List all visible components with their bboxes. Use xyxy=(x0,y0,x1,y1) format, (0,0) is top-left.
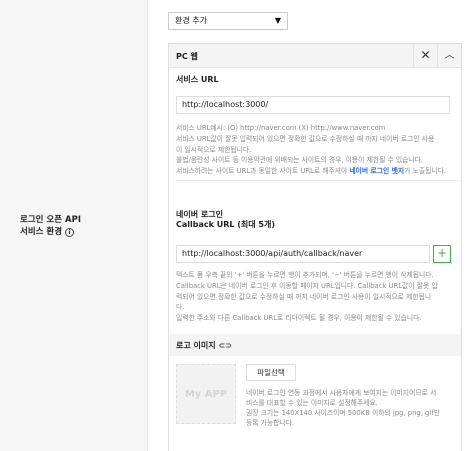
panel-title: PC 웹 xyxy=(176,52,198,61)
logo-title: 로고 이미지 ⊂⊃ xyxy=(176,340,232,351)
service-url-help: 서비스 URL예시: (O) http://naver.com (X) http… xyxy=(176,123,458,177)
help-line: 등록 가능합니다. xyxy=(246,419,295,427)
callback-url-label: 네이버 로그인 Callback URL (최대 5개) xyxy=(176,210,275,230)
logo-title-text: 로고 이미지 xyxy=(176,341,216,350)
help-line: 다. xyxy=(176,303,185,312)
logo-preview: My APP xyxy=(176,364,236,424)
help-line: 서비스 URL값이 잘못 입력되어 있으면 정확한 값으로 수정하실 때 까지 … xyxy=(176,134,435,143)
link-icon: ⊂⊃ xyxy=(218,341,232,350)
help-line: 서비스하려는 사이트 URL과 동일한 사이트 URL로 해주셔야 네이버 로그… xyxy=(176,166,458,177)
panel-header: PC 웹 ✕ ︿ xyxy=(169,44,461,68)
help-text: 서비스하려는 사이트 URL과 동일한 사이트 URL로 해주셔야 xyxy=(176,167,350,176)
help-line: 서비스 URL예시: (O) http://naver.com (X) http… xyxy=(176,124,386,132)
label-line-1: 로그인 오픈 API xyxy=(20,215,81,225)
close-icon[interactable]: ✕ xyxy=(413,44,437,67)
caret-down-icon: ▼ xyxy=(274,16,281,25)
help-line: 권장 크기는 140X140 사이즈이며 500KB 이하의 jpg, png,… xyxy=(246,409,440,417)
callback-label-line-1: 네이버 로그인 xyxy=(176,210,223,219)
environment-select[interactable]: 환경 추가 ▼ xyxy=(168,12,288,30)
divider xyxy=(176,180,458,181)
info-icon[interactable]: i xyxy=(65,228,75,237)
service-url-input[interactable]: http://localhost:3000/ xyxy=(176,96,450,114)
callback-help: 텍스트 폼 우측 끝의 '+' 버튼을 누르면 행이 추가되며, '−' 버튼을… xyxy=(176,270,458,324)
help-line: 텍스트 폼 우측 끝의 '+' 버튼을 누르면 행이 추가되며, '−' 버튼을… xyxy=(176,271,434,279)
help-line: 이 일시적으로 제한됩니다. xyxy=(176,145,252,154)
collapse-icon[interactable]: ︿ xyxy=(437,44,461,67)
label-line-2: 서비스 환경 i xyxy=(20,226,81,238)
left-label-column: 로그인 오픈 API 서비스 환경 i xyxy=(0,0,148,451)
service-url-label: 서비스 URL xyxy=(176,75,219,84)
callback-url-input[interactable]: http://localhost:3000/api/auth/callback/… xyxy=(176,245,430,263)
service-env-label: 로그인 오픈 API 서비스 환경 i xyxy=(20,214,81,238)
label-line-2-text: 서비스 환경 xyxy=(20,227,63,237)
environment-select-value: 환경 추가 xyxy=(175,16,207,25)
logo-section-header: 로고 이미지 ⊂⊃ xyxy=(169,334,461,356)
help-text: 가 노출됩니다. xyxy=(404,167,447,176)
pc-web-panel: PC 웹 ✕ ︿ 서비스 URL http://localhost:3000/ … xyxy=(168,43,462,451)
add-row-icon[interactable]: + xyxy=(433,245,451,263)
callback-label-line-2: Callback URL (최대 5개) xyxy=(176,220,276,229)
help-line: 입력한 주소와 다른 Callback URL로 리다이렉트 될 경우, 이용이… xyxy=(176,314,422,323)
help-line: Callback URL은 네이버 로그인 후 이동할 페이지 URL입니다. … xyxy=(176,281,438,290)
badge-link[interactable]: 네이버 로그인 뱃지 xyxy=(349,167,404,175)
help-line: 네이버 로그인 연동 과정에서 사용자에게 보여지는 이미지이므로 서 xyxy=(246,389,437,397)
logo-help: 네이버 로그인 연동 과정에서 사용자에게 보여지는 이미지이므로 서 비스를 … xyxy=(246,388,458,428)
help-line: 불법/음란성 사이트 등 이용약관에 위배되는 사이트의 경우, 이용이 제한될… xyxy=(176,156,424,165)
help-line: 비스를 대표할 수 있는 이미지로 설정해주세요. xyxy=(246,399,378,407)
file-select-button[interactable]: 파일선택 xyxy=(246,364,296,381)
help-line: 력되어 있으면 정확한 값으로 수정하실 때 까지 네이버 로그인 사용이 일시… xyxy=(176,292,432,301)
